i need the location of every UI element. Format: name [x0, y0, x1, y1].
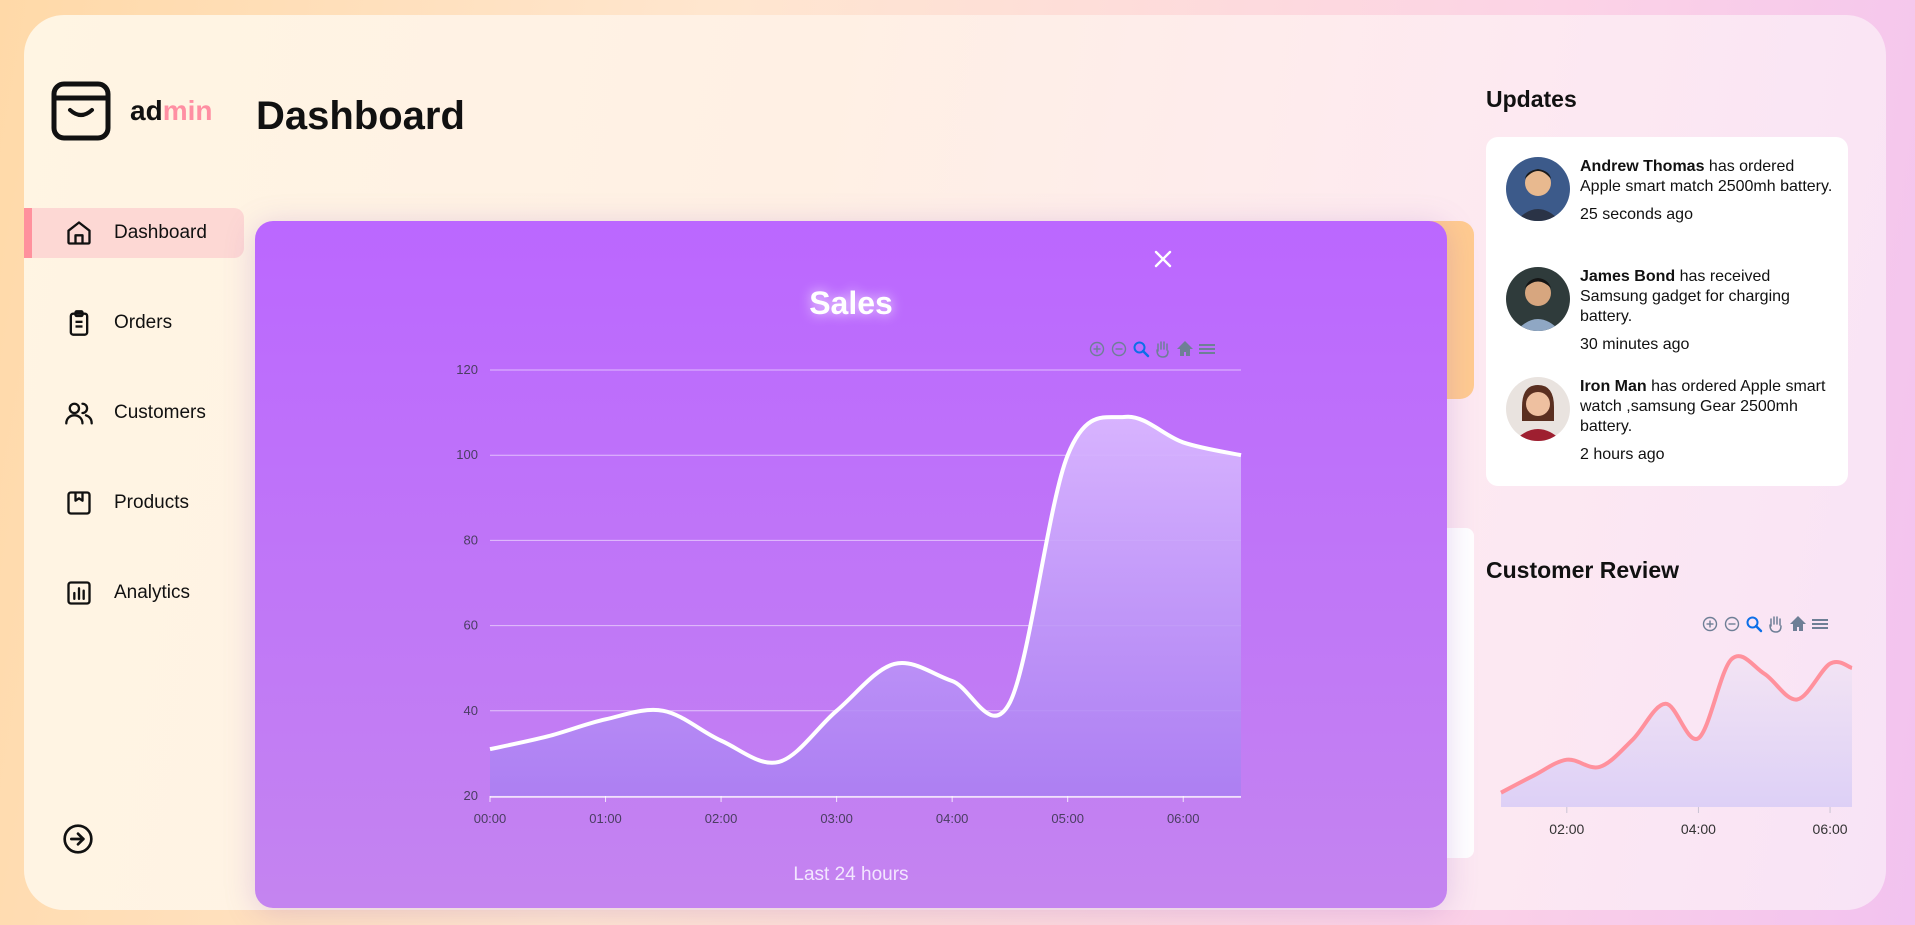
y-tick-label: 60 [464, 618, 478, 633]
update-time: 30 minutes ago [1580, 336, 1690, 353]
avatar [1506, 157, 1570, 221]
updates-card: Andrew Thomas has ordered Apple smart ma… [1486, 137, 1848, 486]
logo-text: admin [130, 95, 213, 126]
x-tick-label: 04:00 [1681, 821, 1716, 837]
update-item: Andrew Thomas has ordered Apple smart ma… [1506, 157, 1836, 225]
modal-title: Sales [809, 285, 893, 321]
pan-hand-icon[interactable] [1767, 615, 1785, 633]
sales-chart: 20 40 60 80 100 120 00:00 01:00 02:00 03:00 04:00 0… [456, 340, 1242, 826]
sidebar-item-products[interactable]: Products [24, 478, 244, 528]
chart-toolbar [1701, 615, 1829, 633]
x-tick-label: 06:00 [1167, 811, 1200, 826]
zoom-out-icon[interactable] [1110, 340, 1128, 358]
update-item: James Bond has received Samsung gadget f… [1506, 267, 1836, 355]
avatar [1506, 267, 1570, 331]
page-title: Dashboard [256, 94, 465, 138]
x-tick-label: 05:00 [1051, 811, 1084, 826]
update-name: Iron Man [1580, 378, 1647, 395]
avatar [1506, 377, 1570, 441]
logo: admin [50, 80, 212, 142]
users-icon [64, 398, 94, 428]
update-name: James Bond [1580, 268, 1676, 285]
close-button[interactable] [1145, 241, 1181, 277]
sidebar-item-label: Dashboard [114, 222, 207, 243]
sales-area [490, 416, 1241, 796]
sidebar-item-customers[interactable]: Customers [24, 388, 244, 438]
update-name: Andrew Thomas [1580, 158, 1705, 175]
modal-footer: Last 24 hours [793, 864, 909, 885]
sidebar-item-analytics[interactable]: Analytics [24, 568, 244, 618]
sidebar-menu: Dashboard Orders Customers Products Anal… [24, 208, 244, 658]
review-area [1501, 656, 1852, 807]
bar-chart-icon [64, 578, 94, 608]
menu-icon[interactable] [1811, 615, 1829, 633]
x-tick-label: 02:00 [705, 811, 738, 826]
update-text: Iron Man has ordered Apple smart watch ,… [1580, 377, 1836, 465]
close-icon [1154, 250, 1172, 268]
x-tick-label: 04:00 [936, 811, 969, 826]
y-tick-label: 100 [456, 447, 478, 462]
zoom-in-icon[interactable] [1088, 340, 1106, 358]
sidebar-item-label: Customers [114, 402, 206, 423]
y-tick-label: 80 [464, 532, 478, 547]
package-icon [64, 488, 94, 518]
update-item: Iron Man has ordered Apple smart watch ,… [1506, 377, 1836, 465]
update-text: Andrew Thomas has ordered Apple smart ma… [1580, 157, 1836, 225]
x-tick-label: 00:00 [474, 811, 507, 826]
sidebar-item-dashboard[interactable]: Dashboard [24, 208, 244, 258]
update-text: James Bond has received Samsung gadget f… [1580, 267, 1836, 355]
sidebar-item-label: Analytics [114, 582, 191, 603]
customer-review-chart: 02:00 04:00 06:00 [1500, 615, 1853, 837]
sidebar-item-label: Orders [114, 312, 173, 333]
sidebar-item-orders[interactable]: Orders [24, 298, 244, 348]
x-tick-label: 06:00 [1813, 821, 1848, 837]
logout-button[interactable] [62, 823, 94, 855]
reset-home-icon[interactable] [1789, 615, 1807, 633]
update-time: 25 seconds ago [1580, 206, 1693, 223]
chart-toolbar [1088, 340, 1216, 358]
pan-hand-icon[interactable] [1154, 340, 1172, 358]
shopping-bag-icon [51, 81, 111, 141]
zoom-select-icon[interactable] [1745, 615, 1763, 633]
logout-icon [63, 824, 93, 854]
clipboard-icon [64, 308, 94, 338]
menu-icon[interactable] [1198, 340, 1216, 358]
home-icon [64, 218, 94, 248]
updates-title: Updates [1486, 86, 1577, 112]
x-tick-label: 01:00 [589, 811, 622, 826]
zoom-select-icon[interactable] [1132, 340, 1150, 358]
customer-review-title: Customer Review [1486, 557, 1680, 583]
zoom-out-icon[interactable] [1723, 615, 1741, 633]
y-tick-label: 20 [464, 788, 478, 803]
sidebar-item-label: Products [114, 492, 189, 513]
reset-home-icon[interactable] [1176, 340, 1194, 358]
x-tick-label: 02:00 [1549, 821, 1584, 837]
update-time: 2 hours ago [1580, 446, 1665, 463]
zoom-in-icon[interactable] [1701, 615, 1719, 633]
y-tick-label: 120 [456, 362, 478, 377]
x-tick-label: 03:00 [820, 811, 853, 826]
y-tick-label: 40 [464, 703, 478, 718]
